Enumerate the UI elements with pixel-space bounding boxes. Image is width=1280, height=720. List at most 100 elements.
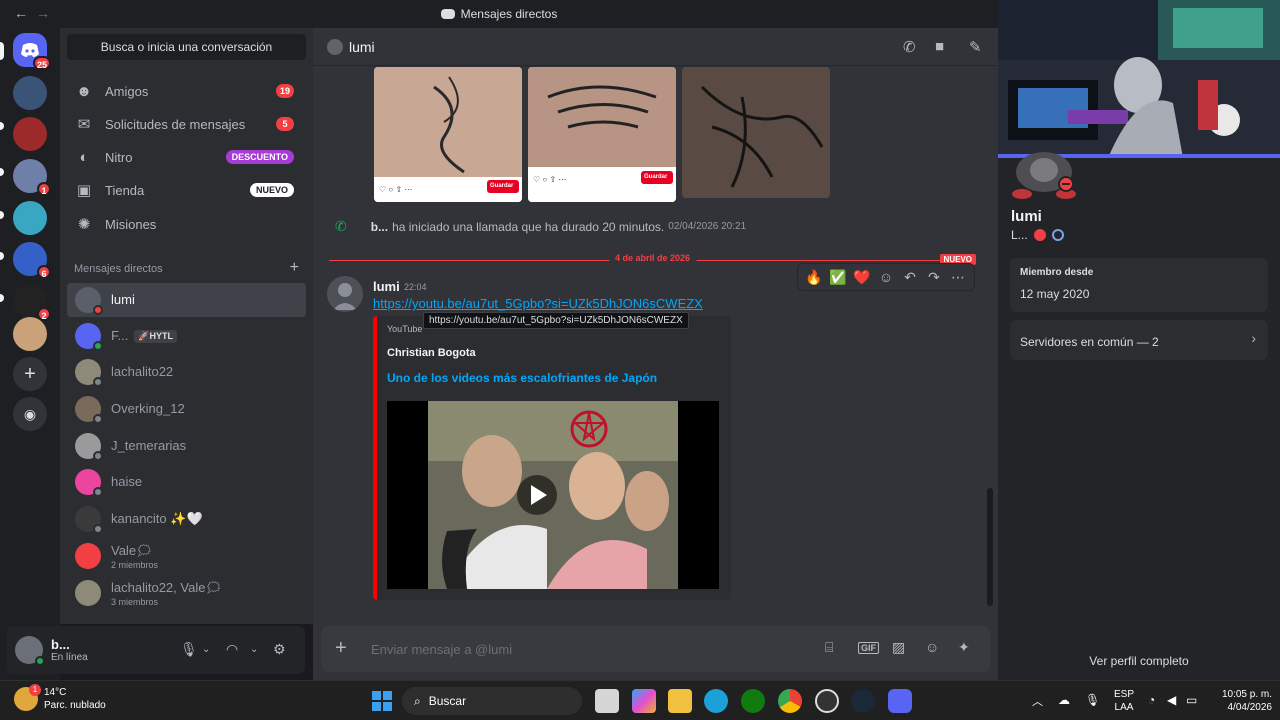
microphone-tray-icon[interactable]: 🎙: [1085, 693, 1100, 707]
emoji-icon[interactable]: ☺: [925, 639, 939, 655]
status-dnd-icon: [93, 305, 103, 315]
dm-group-item[interactable]: Vale🗯 2 miembros: [67, 539, 306, 573]
wifi-icon[interactable]: ◔: [1148, 693, 1155, 707]
dm-item[interactable]: J_temerarias: [67, 429, 306, 463]
message-author[interactable]: lumi: [373, 279, 400, 294]
save-pin-button[interactable]: Guardar: [644, 174, 667, 180]
xbox-icon[interactable]: [741, 689, 765, 713]
discord-taskbar-icon[interactable]: [888, 689, 912, 713]
volume-icon[interactable]: ◀: [1167, 693, 1176, 707]
add-server-icon[interactable]: +: [13, 357, 47, 391]
edge-icon[interactable]: [704, 689, 728, 713]
dm-item[interactable]: haise: [67, 465, 306, 499]
forward-icon[interactable]: ↷: [922, 269, 946, 286]
windows-start-icon[interactable]: [370, 689, 394, 713]
chat-header: lumi ✆ ■ ✎: [313, 28, 998, 66]
image-attachment[interactable]: [682, 67, 830, 198]
app-icon[interactable]: [815, 689, 839, 713]
dm-sidebar: Busca o inicia una conversación ☻ Amigos…: [60, 28, 313, 624]
phone-icon: ✆: [335, 218, 347, 234]
microphone-icon[interactable]: 🎙: [180, 641, 198, 658]
alert-badge: 1: [29, 684, 41, 696]
server-icon[interactable]: 6: [13, 242, 51, 279]
call-timestamp: 02/04/2026 20:21: [668, 221, 747, 232]
add-reaction-icon[interactable]: ☺: [874, 269, 898, 285]
onedrive-cloud-icon[interactable]: ☁: [1058, 693, 1070, 707]
heart-reaction-icon[interactable]: ❤️: [850, 269, 874, 286]
image-attachment[interactable]: ♡ ○ ⇧ ⋯ Guardar: [528, 67, 676, 202]
server-icon[interactable]: [13, 117, 47, 151]
file-explorer-icon[interactable]: [668, 689, 692, 713]
nav-message-requests[interactable]: ✉ Solicitudes de mensajes 5: [67, 109, 306, 139]
embed-author[interactable]: Christian Bogota: [387, 347, 476, 359]
gift-icon[interactable]: ⌸: [825, 639, 833, 656]
server-icon[interactable]: [13, 76, 47, 110]
profile-avatar[interactable]: [1008, 150, 1080, 200]
nitro-badge-icon[interactable]: [1051, 229, 1064, 241]
discord-icon: [440, 9, 455, 19]
nav-friends[interactable]: ☻ Amigos 19: [67, 76, 306, 106]
youtube-link[interactable]: https://youtu.be/au7ut_5Gpbo?si=UZk5DhJO…: [373, 296, 703, 311]
dm-group-item[interactable]: lachalito22, Vale🗯 3 miembros: [67, 576, 306, 610]
server-icon[interactable]: [13, 317, 47, 351]
discount-badge: DESCUENTO: [225, 150, 294, 164]
conversation-search[interactable]: Busca o inicia una conversación: [67, 34, 306, 60]
reply-icon[interactable]: ↶: [898, 269, 922, 286]
dm-item[interactable]: Overking_12: [67, 392, 306, 426]
dm-item-lumi[interactable]: lumi: [67, 283, 306, 317]
clock[interactable]: 10:05 p. m. 4/04/2026: [1214, 688, 1272, 714]
sticker-icon[interactable]: ▨: [892, 639, 905, 656]
copilot-icon[interactable]: [632, 689, 656, 713]
clock-time: 10:05 p. m.: [1221, 689, 1272, 700]
home-button[interactable]: 25: [13, 33, 51, 70]
video-call-icon[interactable]: ■: [935, 38, 944, 55]
chevron-down-icon[interactable]: ⌄: [202, 644, 210, 655]
gif-icon[interactable]: GIF: [858, 642, 879, 654]
check-reaction-icon[interactable]: ✅: [826, 269, 850, 286]
dm-item[interactable]: F... 🚀HYTL: [67, 319, 306, 353]
new-dm-plus-icon[interactable]: +: [290, 259, 299, 277]
server-icon[interactable]: 2: [13, 284, 51, 321]
taskbar-search[interactable]: ⌕ Buscar: [402, 687, 582, 715]
badge-icon[interactable]: [1033, 229, 1046, 241]
view-full-profile-link[interactable]: Ver perfil completo: [998, 654, 1280, 668]
discover-icon[interactable]: ◉: [13, 397, 47, 431]
show-hidden-icons-chevron[interactable]: ︿: [1032, 693, 1043, 709]
video-thumbnail[interactable]: [387, 401, 719, 589]
settings-gear-icon[interactable]: ⚙: [273, 641, 286, 658]
mutual-servers-button[interactable]: Servidores en común — 2 ›: [1010, 320, 1268, 360]
message-input[interactable]: [371, 638, 801, 660]
dm-item[interactable]: lachalito22: [67, 355, 306, 389]
steam-icon[interactable]: [851, 689, 875, 713]
chat-scrollbar[interactable]: [987, 488, 993, 606]
add-attachment-icon[interactable]: +: [335, 637, 347, 660]
server-icon[interactable]: 1: [13, 159, 51, 196]
status-offline-icon: [93, 414, 103, 424]
recipient-name[interactable]: lumi: [349, 39, 375, 55]
voice-call-icon[interactable]: ✆: [903, 38, 916, 56]
more-options-icon[interactable]: ⋯: [946, 269, 970, 286]
pin-icon[interactable]: ✎: [969, 38, 982, 56]
apps-icon[interactable]: ✦: [958, 639, 970, 656]
group-avatar: [75, 543, 101, 569]
image-attachment[interactable]: ♡ ○ ⇧ ⋯ Guardar: [374, 67, 522, 202]
language-indicator[interactable]: ESP LAA: [1114, 688, 1134, 714]
task-view-icon[interactable]: [595, 689, 619, 713]
user-avatar[interactable]: [15, 636, 45, 666]
nav-nitro[interactable]: ◐ Nitro DESCUENTO: [67, 142, 306, 172]
caller-name[interactable]: b...: [371, 220, 388, 234]
chevron-down-icon[interactable]: ⌄: [250, 644, 258, 655]
nav-shop[interactable]: ▣ Tienda NUEVO: [67, 175, 306, 205]
weather-widget[interactable]: 1 14°C Parc. nublado: [14, 684, 106, 712]
battery-icon[interactable]: ▭: [1186, 693, 1197, 707]
nav-quests[interactable]: ✺ Misiones: [67, 209, 306, 239]
author-avatar[interactable]: [327, 276, 363, 312]
server-icon[interactable]: [13, 201, 47, 235]
headphones-icon[interactable]: ◠: [226, 641, 238, 658]
member-count: 2 miembros: [111, 560, 159, 570]
save-pin-button[interactable]: Guardar: [490, 183, 513, 189]
dm-item[interactable]: kanancito ✨🤍: [67, 502, 306, 536]
chrome-icon[interactable]: [778, 689, 802, 713]
embed-title[interactable]: Uno de los videos más escalofriantes de …: [387, 371, 657, 385]
fire-reaction-icon[interactable]: 🔥: [802, 269, 826, 286]
